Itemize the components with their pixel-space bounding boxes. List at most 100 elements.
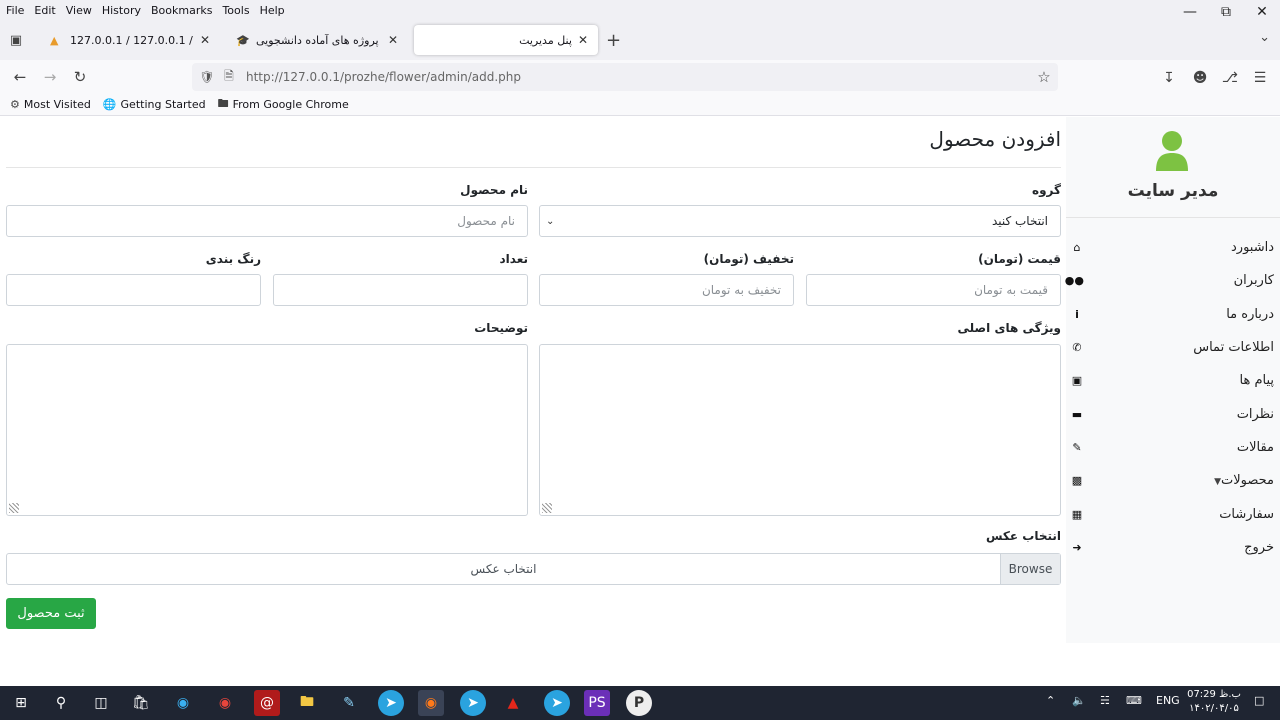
- menu-history[interactable]: History: [98, 4, 145, 17]
- site-title: مدیر سایت: [1127, 181, 1219, 201]
- windows-start-icon[interactable]: ⊞: [8, 690, 34, 716]
- tab-bar: ▣ ▲ 127.0.0.1 / 127.0.0.1 / kafemobile ✕…: [0, 20, 1280, 60]
- chevron-down-icon[interactable]: ⌄: [1259, 30, 1270, 45]
- tab-admin-panel[interactable]: پنل مدیریت ✕: [414, 25, 598, 55]
- menu-help[interactable]: Help: [256, 4, 289, 17]
- menu-view[interactable]: View: [62, 4, 96, 17]
- submit-product-button[interactable]: ثبت محصول: [6, 598, 96, 629]
- page-icon: 🗎: [224, 68, 234, 83]
- sidebar-item-label: سفارشات: [1219, 506, 1274, 522]
- tab-title: پنل مدیریت: [519, 33, 572, 47]
- bookmark-getting-started[interactable]: 🌐 Getting Started: [103, 98, 206, 111]
- phpstorm-icon[interactable]: PS: [584, 690, 610, 716]
- close-tab-icon[interactable]: ✕: [200, 33, 210, 47]
- sidebar-item-messages[interactable]: پیام ها ▣: [1066, 364, 1280, 397]
- title-divider: [6, 167, 1061, 168]
- sidebar-item-text: محصولات: [1221, 473, 1274, 489]
- hamburger-menu-icon[interactable]: ☰: [1249, 67, 1271, 89]
- sidebar-item-products[interactable]: محصولات▼ ▩: [1066, 464, 1280, 497]
- keyboard-icon[interactable]: ⌨: [1126, 694, 1142, 707]
- forward-icon[interactable]: →: [38, 66, 62, 88]
- tab-phpmyadmin[interactable]: ▲ 127.0.0.1 / 127.0.0.1 / kafemobile ✕: [40, 25, 220, 55]
- close-tab-icon[interactable]: ✕: [388, 33, 398, 47]
- folder-icon: 🖿: [217, 97, 229, 110]
- resize-grip-icon[interactable]: [9, 503, 19, 513]
- user-avatar-icon: [1156, 131, 1188, 171]
- url-text[interactable]: http://127.0.0.1/prozhe/flower/admin/add…: [246, 70, 1030, 84]
- menu-tools[interactable]: Tools: [218, 4, 253, 17]
- bookmark-most-visited[interactable]: ⚙ Most Visited: [10, 98, 91, 111]
- bookmark-label: From Google Chrome: [232, 98, 349, 111]
- browse-button[interactable]: Browse: [1000, 554, 1060, 584]
- menu-bookmarks[interactable]: Bookmarks: [147, 4, 216, 17]
- shield-icon[interactable]: 🛡: [196, 70, 218, 84]
- chrome-icon[interactable]: ◉: [212, 690, 238, 716]
- description-textarea[interactable]: [6, 344, 528, 516]
- volume-icon[interactable]: 🔈: [1072, 694, 1086, 707]
- image-label: انتخاب عکس: [985, 529, 1061, 543]
- image-icon: ▦: [1071, 507, 1083, 521]
- menu-edit[interactable]: Edit: [30, 4, 59, 17]
- sidebar-item-contact[interactable]: اطلاعات تماس ✆: [1066, 331, 1280, 364]
- tab-list-icon[interactable]: ▣: [6, 30, 26, 50]
- discount-placeholder: تخفیف به تومان: [701, 283, 781, 297]
- resize-grip-icon[interactable]: [542, 503, 552, 513]
- telegram-icon[interactable]: ➤: [378, 690, 404, 716]
- task-view-icon[interactable]: ◫: [88, 690, 114, 716]
- sidebar-item-orders[interactable]: سفارشات ▦: [1066, 497, 1280, 530]
- edge-icon[interactable]: ◉: [170, 690, 196, 716]
- search-icon[interactable]: ⚲: [48, 690, 74, 716]
- language-indicator[interactable]: ENG: [1156, 694, 1180, 707]
- close-tab-icon[interactable]: ✕: [578, 33, 588, 47]
- globe-icon: 🌐: [102, 98, 117, 111]
- sidebar-item-articles[interactable]: مقالات ✎: [1066, 431, 1280, 464]
- star-icon[interactable]: ☆: [1030, 68, 1058, 86]
- sidebar-item-users[interactable]: کاربران ●●: [1065, 264, 1280, 297]
- telegram-icon-2[interactable]: ➤: [460, 690, 486, 716]
- download-icon[interactable]: ↧: [1158, 67, 1180, 89]
- new-tab-icon[interactable]: +: [606, 30, 621, 51]
- account-icon[interactable]: ☻: [1189, 67, 1211, 89]
- color-input[interactable]: [6, 274, 261, 306]
- product-name-input[interactable]: نام محصول: [6, 205, 528, 237]
- product-name-placeholder: نام محصول: [457, 214, 515, 228]
- address-bar[interactable]: 🛡 🗎 http://127.0.0.1/prozhe/flower/admin…: [192, 63, 1058, 91]
- discount-input[interactable]: تخفیف به تومان: [539, 274, 794, 306]
- tab-projects[interactable]: 🎓 پروژه های آماده دانشجویی ✕: [226, 25, 408, 55]
- sidebar-item-label: اطلاعات تماس: [1193, 340, 1274, 356]
- sidebar-item-label: نظرات: [1236, 406, 1274, 422]
- chevron-up-icon[interactable]: ⌃: [1046, 694, 1055, 707]
- group-select[interactable]: انتخاب کنید ⌄: [539, 205, 1061, 237]
- firefox-icon[interactable]: ◉: [418, 690, 444, 716]
- count-input[interactable]: [273, 274, 528, 306]
- sidebar-item-comments[interactable]: نظرات ▬: [1066, 397, 1280, 430]
- sidebar-item-logout[interactable]: خروج ➜: [1066, 531, 1280, 564]
- back-icon[interactable]: ←: [8, 66, 32, 88]
- phpmyadmin-icon: ▲: [50, 33, 59, 47]
- store-icon[interactable]: 🛍: [128, 690, 154, 716]
- extensions-icon[interactable]: ⎇: [1219, 67, 1241, 89]
- file-explorer-icon[interactable]: 🖿: [294, 690, 320, 716]
- wifi-icon[interactable]: ☵: [1100, 694, 1110, 707]
- notifications-icon[interactable]: □: [1254, 694, 1264, 707]
- reload-icon[interactable]: ↻: [68, 66, 92, 88]
- menu-file[interactable]: File: [2, 4, 28, 17]
- image-file-input[interactable]: Browse انتخاب عکس: [6, 553, 1061, 585]
- bookmark-folder-chrome[interactable]: 🖿 From Google Chrome: [218, 95, 349, 114]
- bookmark-label: Most Visited: [23, 98, 91, 111]
- telegram-icon-3[interactable]: ➤: [544, 690, 570, 716]
- acrobat-icon[interactable]: ▲: [500, 690, 526, 716]
- sidebar-item-dashboard[interactable]: داشبورد ⌂: [1066, 231, 1280, 264]
- sidebar-menu: داشبورد ⌂ کاربران ●● درباره ما i اطلاعات…: [1065, 231, 1280, 564]
- bookmark-label: Getting Started: [120, 98, 206, 111]
- sidebar-item-about[interactable]: درباره ما i: [1066, 298, 1280, 331]
- features-textarea[interactable]: [539, 344, 1061, 516]
- notepad-icon[interactable]: ✎: [336, 690, 362, 716]
- sidebar-item-label: مقالات: [1236, 439, 1274, 455]
- app-red-icon[interactable]: @: [254, 690, 280, 716]
- taskbar-clock[interactable]: 07:29 ب.ظ ۱۴۰۲/۰۴/۰۵: [1182, 688, 1246, 716]
- chevron-down-icon: ⌄: [546, 215, 555, 227]
- sidebar-item-label: داشبورد: [1231, 240, 1274, 256]
- price-input[interactable]: قیمت به تومان: [806, 274, 1061, 306]
- app-p-icon[interactable]: P: [626, 690, 652, 716]
